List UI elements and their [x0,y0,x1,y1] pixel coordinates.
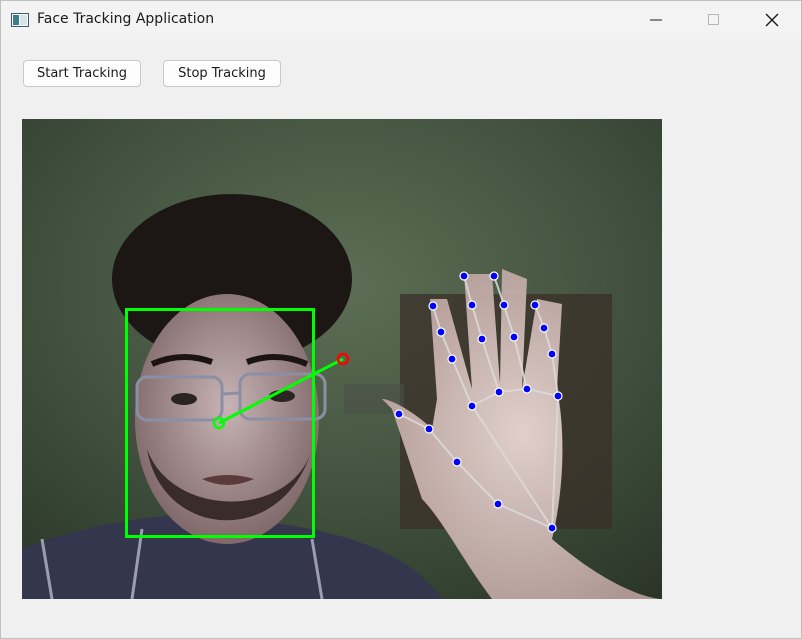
landmark-middle-dip [467,300,477,310]
left-eye [171,393,197,405]
window-title: Face Tracking Application [37,11,215,27]
stop-tracking-button[interactable]: Stop Tracking [163,60,281,87]
landmark-index-mcp [467,401,477,411]
landmark-ring-pip [509,332,519,342]
landmark-wrist [547,523,557,533]
app-window: Face Tracking Application Start Tracking… [0,0,802,639]
glasses-bridge [221,391,241,396]
landmark-ring-tip [489,271,499,281]
close-icon [765,13,779,27]
landmark-index-tip [428,301,438,311]
minimize-icon [650,19,662,21]
landmark-thumb-cmc [493,499,503,509]
landmark-thumb-mcp [452,457,462,467]
maximize-button[interactable] [685,1,743,39]
landmark-thumb-ip [424,424,434,434]
landmark-index-pip [447,354,457,364]
camera-feed [22,119,662,599]
landmark-middle-tip [459,271,469,281]
landmark-pinky-dip [539,323,549,333]
landmark-ring-dip [499,300,509,310]
camera-frame [22,119,662,599]
maximize-icon [708,14,719,25]
start-tracking-button[interactable]: Start Tracking [23,60,141,87]
landmark-index-dip [436,327,446,337]
landmark-thumb-tip [394,409,404,419]
landmark-middle-mcp [494,387,504,397]
close-button[interactable] [743,1,801,39]
landmark-pinky-tip [530,300,540,310]
landmark-ring-mcp [522,384,532,394]
landmark-pinky-pip [547,349,557,359]
title-bar[interactable]: Face Tracking Application [1,1,801,39]
landmark-middle-pip [477,334,487,344]
minimize-button[interactable] [627,1,685,39]
landmark-pinky-mcp [553,391,563,401]
app-icon [11,12,29,27]
